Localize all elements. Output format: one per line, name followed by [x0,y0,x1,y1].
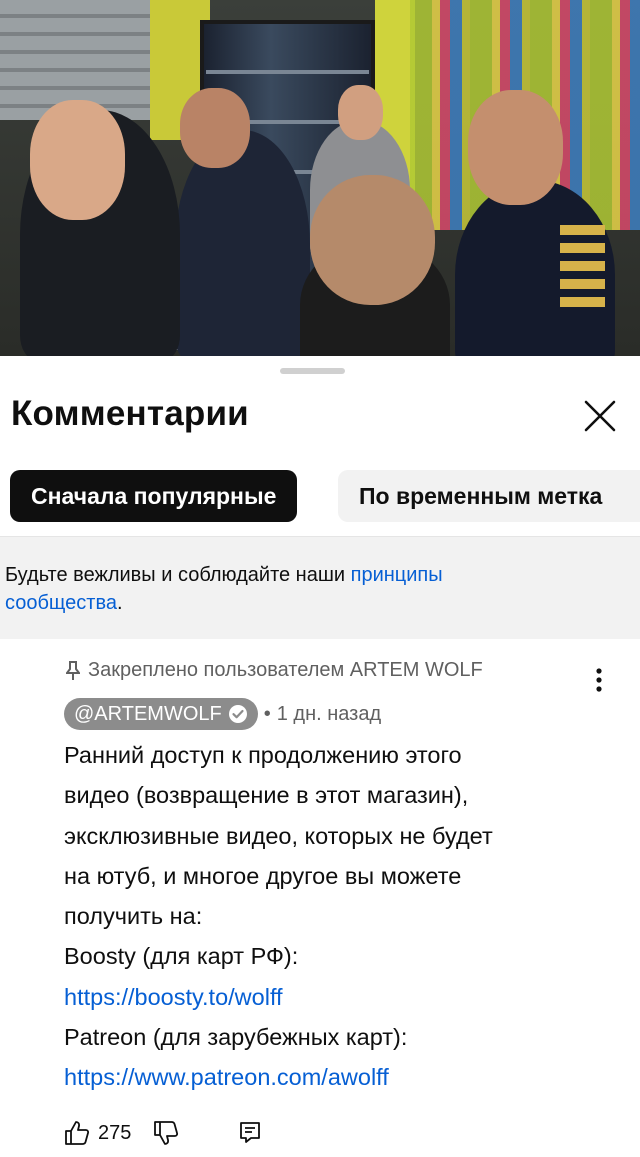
guidelines-link-2[interactable]: сообщества [5,592,117,614]
video-scene-person-head [338,85,383,140]
comment-line: Patreon (для зарубежных карт): [64,1024,408,1051]
guidelines-text: Будьте вежливы и соблюдайте наши [5,564,351,586]
reply-button[interactable] [239,1121,261,1145]
video-scene-person-head [310,175,435,305]
dislike-button[interactable] [153,1120,179,1146]
video-scene-person [175,130,310,356]
close-icon [584,400,616,432]
sheet-title: Комментарии [11,394,249,433]
comment-line: получить на: [64,903,203,930]
guidelines-end: . [116,592,123,614]
sort-chip-popular[interactable]: Сначала популярные [10,470,298,522]
reply-comment-icon [240,1122,261,1143]
pinned-label: Закреплено пользователем ARTEM WOLF [88,659,483,681]
video-scene-person-head [30,100,125,220]
guidelines-link[interactable]: принципы [351,564,443,586]
thumb-down-icon [154,1121,179,1145]
boosty-link[interactable]: https://boosty.to/wolff [64,977,624,1017]
comment-actions: 275 [64,1117,261,1149]
close-button[interactable] [578,394,622,438]
verified-check-icon [228,705,247,723]
video-scene-shirt-stripes [560,225,605,315]
author-badge[interactable]: @ARTEMWOLF [64,698,258,730]
pinned-label-row: Закреплено пользователем ARTEM WOLF [66,659,483,682]
comment-author-row: @ARTEMWOLF • 1 дн. назад [64,698,381,730]
pin-icon [66,660,80,680]
comment-more-button[interactable] [584,663,614,697]
sort-chip-timestamps[interactable]: По временным метка [338,470,640,522]
comment-time: 1 дн. назад [276,702,382,725]
video-scene-person-head [180,88,250,168]
comment-text: Ранний доступ к продолжению этого видео … [64,735,624,1098]
sort-chips: Сначала популярные По временным метка [10,470,640,522]
community-guidelines-notice: Будьте вежливы и соблюдайте наши принцип… [0,537,640,639]
comments-sheet: Комментарии Сначала популярные По времен… [0,356,640,1157]
comment-line: на ютуб, и многое другое вы можете [64,862,462,889]
patreon-link[interactable]: https://www.patreon.com/awolff [64,1057,624,1097]
like-count: 275 [98,1121,132,1144]
meta-separator: • [263,702,271,725]
video-player[interactable] [0,0,640,356]
thumb-up-icon [65,1121,90,1145]
drag-handle[interactable] [280,368,345,374]
comment-line: Ранний доступ к продолжению этого [64,742,462,768]
pinned-comment: Закреплено пользователем ARTEM WOLF @ART… [0,639,640,1157]
video-scene-shelf [206,70,369,74]
more-vert-icon [596,668,602,692]
video-scene-person-head [468,90,563,205]
comment-line: видео (возвращение в этот магазин), [64,782,469,809]
comment-line: Boosty (для карт РФ): [64,943,299,970]
comment-line: эксклюзивные видео, которых не будет [64,822,493,849]
like-button[interactable]: 275 [64,1120,131,1146]
author-name: @ARTEMWOLF [74,702,222,725]
